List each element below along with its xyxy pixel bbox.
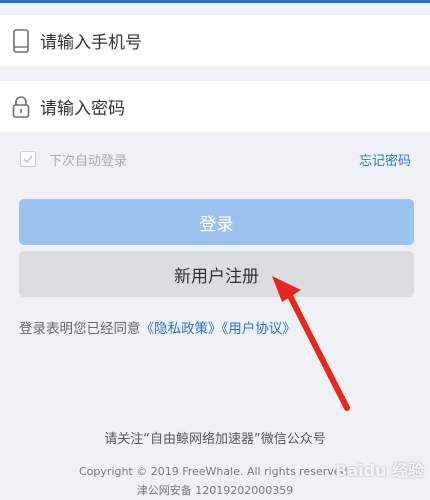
watermark-logo: Baidu 经验 (335, 461, 424, 480)
annotation-arrow-icon (272, 276, 350, 411)
